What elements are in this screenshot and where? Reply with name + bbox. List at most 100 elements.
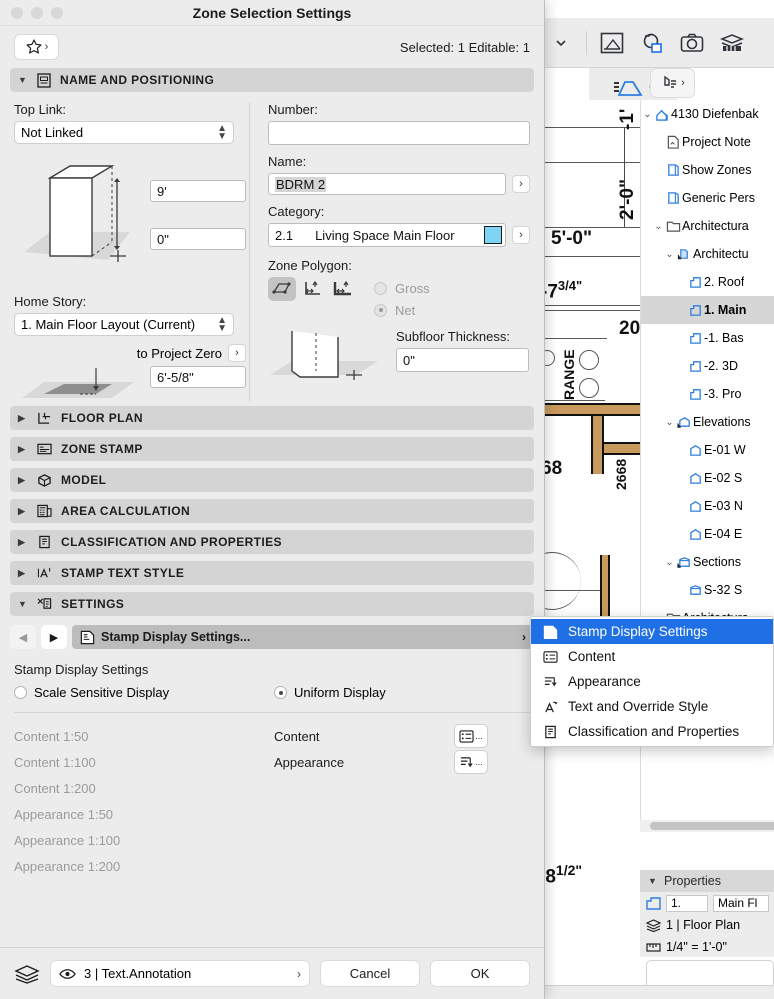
story-name-field[interactable]: Main Fl [713, 894, 769, 912]
story-row[interactable]: 1. Main Fl [640, 892, 774, 914]
tree-item-3-pro[interactable]: -3. Pro [641, 380, 774, 408]
section-header-settings[interactable]: ▼ SETTINGS [10, 592, 534, 616]
layers-icon[interactable] [14, 964, 40, 984]
top-link-select[interactable]: Not Linked ▲ ▼ [14, 121, 234, 144]
section-header-zone-stamp[interactable]: ▶ ZONE STAMP [10, 437, 534, 461]
tree-item-e-03-n[interactable]: E-03 N [641, 492, 774, 520]
tree-item-4130-diefenbak[interactable]: ⌄ 4130 Diefenbak [641, 100, 774, 128]
tree-item-label: -3. Pro [704, 387, 742, 401]
dialog-top-row: › Selected: 1 Editable: 1 [0, 26, 544, 68]
context-menu-item-appearance[interactable]: Appearance [531, 669, 773, 694]
category-chevron-button[interactable]: › [512, 226, 530, 244]
uniform-display-radio[interactable] [274, 686, 287, 699]
content-settings-button[interactable]: ... [454, 724, 488, 748]
reference-line-icon[interactable] [330, 277, 358, 301]
maximize-button[interactable] [51, 7, 63, 19]
subfloor-field[interactable]: 0" [396, 348, 529, 372]
home-story-select[interactable]: 1. Main Floor Layout (Current) ▲ ▼ [14, 313, 234, 336]
story-icon [646, 896, 661, 910]
3d-view-snapshot-icon[interactable] [637, 28, 667, 58]
tree-item-project-note[interactable]: Project Note [641, 128, 774, 156]
stamp-settings-context-menu[interactable]: Stamp Display Settings Content Appearance T… [530, 616, 774, 747]
context-menu-label: Classification and Properties [568, 724, 740, 739]
tree-item-1-main[interactable]: 1. Main [641, 296, 774, 324]
context-menu-item-stamp-display-settings[interactable]: Stamp Display Settings [531, 619, 773, 644]
layer-combination-row[interactable]: 1 | Floor Plan [640, 914, 774, 936]
scale-sensitive-display-option[interactable]: Scale Sensitive Display [14, 685, 274, 700]
layers-stack-icon[interactable] [717, 28, 747, 58]
zone-offset-field[interactable]: 0" [150, 228, 246, 250]
camera-icon[interactable] [677, 28, 707, 58]
tree-item-s-32-s[interactable]: S-32 S [641, 576, 774, 604]
next-page-button[interactable]: ▶ [41, 625, 67, 649]
section-header-floor-plan[interactable]: ▶ FLOOR PLAN [10, 406, 534, 430]
scale-sensitive-radio[interactable] [14, 686, 27, 699]
appearance-settings-button[interactable]: ... [454, 750, 488, 774]
project-zero-field[interactable]: 6'-5/8" [150, 366, 246, 388]
uniform-display-option[interactable]: Uniform Display [274, 685, 386, 700]
section-header-area-calculation[interactable]: ▶ AREA CALCULATION [10, 499, 534, 523]
section-header-classification-and-properties[interactable]: ▶ CLASSIFICATION AND PROPERTIES [10, 530, 534, 554]
section-header-stamp-text-style[interactable]: ▶ STAMP TEXT STYLE [10, 561, 534, 585]
tree-twisty[interactable]: ⌄ [652, 221, 665, 232]
navigator-toggle-button[interactable]: › [650, 68, 695, 98]
properties-header[interactable]: ▼ Properties [640, 870, 774, 892]
tree-item-elevations[interactable]: ⌄ Elevations [641, 408, 774, 436]
chevron-down-icon[interactable] [546, 28, 576, 58]
elevation-view-icon[interactable] [597, 28, 627, 58]
name-chevron-button[interactable]: › [512, 175, 530, 193]
ok-button[interactable]: OK [430, 960, 530, 987]
gross-radio[interactable] [374, 281, 387, 295]
scale-row[interactable]: 1/4" = 1'-0" [640, 936, 774, 958]
manual-polygon-icon[interactable] [268, 277, 296, 301]
window-controls[interactable] [11, 7, 63, 19]
previous-page-button[interactable]: ◀ [10, 625, 36, 649]
drawing-canvas[interactable]: -1' 2'-0" 5'-0" -73/4" 20" RANGE 68 2668… [545, 100, 655, 999]
section-icon [687, 583, 704, 597]
scale-items-list: Content 1:50 Content 1:100 Content 1:200 Ap… [14, 723, 274, 879]
context-menu-item-text-and-override-style[interactable]: Text and Override Style [531, 694, 773, 719]
tree-item-generic-pers[interactable]: Generic Pers [641, 184, 774, 212]
tree-item-2-roof[interactable]: 2. Roof [641, 268, 774, 296]
tree-twisty[interactable]: ⌄ [663, 417, 676, 428]
number-input[interactable] [268, 121, 530, 145]
project-zero-chevron-button[interactable]: › [228, 344, 246, 362]
model-cube-icon [37, 473, 52, 487]
tree-twisty[interactable]: ⌄ [641, 109, 654, 120]
elevation-icon [687, 443, 704, 457]
elevations-icon [677, 417, 690, 428]
section-header-model[interactable]: ▶ MODEL [10, 468, 534, 492]
favorites-button[interactable]: › [14, 34, 59, 60]
story-number-field[interactable]: 1. [666, 894, 708, 912]
name-input[interactable]: BDRM 2 [268, 173, 506, 195]
net-radio[interactable] [374, 303, 387, 317]
layer-select[interactable]: 3 | Text.Annotation › [50, 960, 310, 987]
story-icon [690, 277, 701, 288]
minimize-button[interactable] [31, 7, 43, 19]
tree-item-e-01-w[interactable]: E-01 W [641, 436, 774, 464]
dimension-label: 5'-0" [551, 228, 592, 249]
tree-item-show-zones[interactable]: Show Zones [641, 156, 774, 184]
cancel-button[interactable]: Cancel [320, 960, 420, 987]
context-menu-item-classification-and-properties[interactable]: Classification and Properties [531, 719, 773, 744]
context-menu-item-content[interactable]: Content [531, 644, 773, 669]
tree-item-2-3d[interactable]: -2. 3D [641, 352, 774, 380]
close-button[interactable] [11, 7, 23, 19]
navigator-horizontal-scrollbar[interactable] [640, 820, 774, 832]
section-header-name-and-positioning[interactable]: ▼ NAME AND POSITIONING [10, 68, 534, 92]
tree-item-e-04-e[interactable]: E-04 E [641, 520, 774, 548]
document-lines-icon [541, 725, 559, 739]
inner-edge-icon[interactable] [299, 277, 327, 301]
category-input[interactable]: 2.1 Living Space Main Floor [268, 223, 506, 247]
tree-twisty[interactable]: ⌄ [663, 557, 676, 568]
tree-item-sections[interactable]: ⌄ Sections [641, 548, 774, 576]
tree-item-architectu[interactable]: ⌄ Architectu [641, 240, 774, 268]
category-color-swatch[interactable] [484, 226, 502, 244]
tree-item-architectura[interactable]: ⌄ Architectura [641, 212, 774, 240]
zone-height-field[interactable]: 9' [150, 180, 246, 202]
tree-twisty[interactable]: ⌄ [663, 249, 676, 260]
tree-item-e-02-s[interactable]: E-02 S [641, 464, 774, 492]
tree-item-1-bas[interactable]: -1. Bas [641, 324, 774, 352]
top-link-value: Not Linked [21, 125, 84, 140]
settings-page-combo[interactable]: Stamp Display Settings... › [72, 625, 534, 649]
